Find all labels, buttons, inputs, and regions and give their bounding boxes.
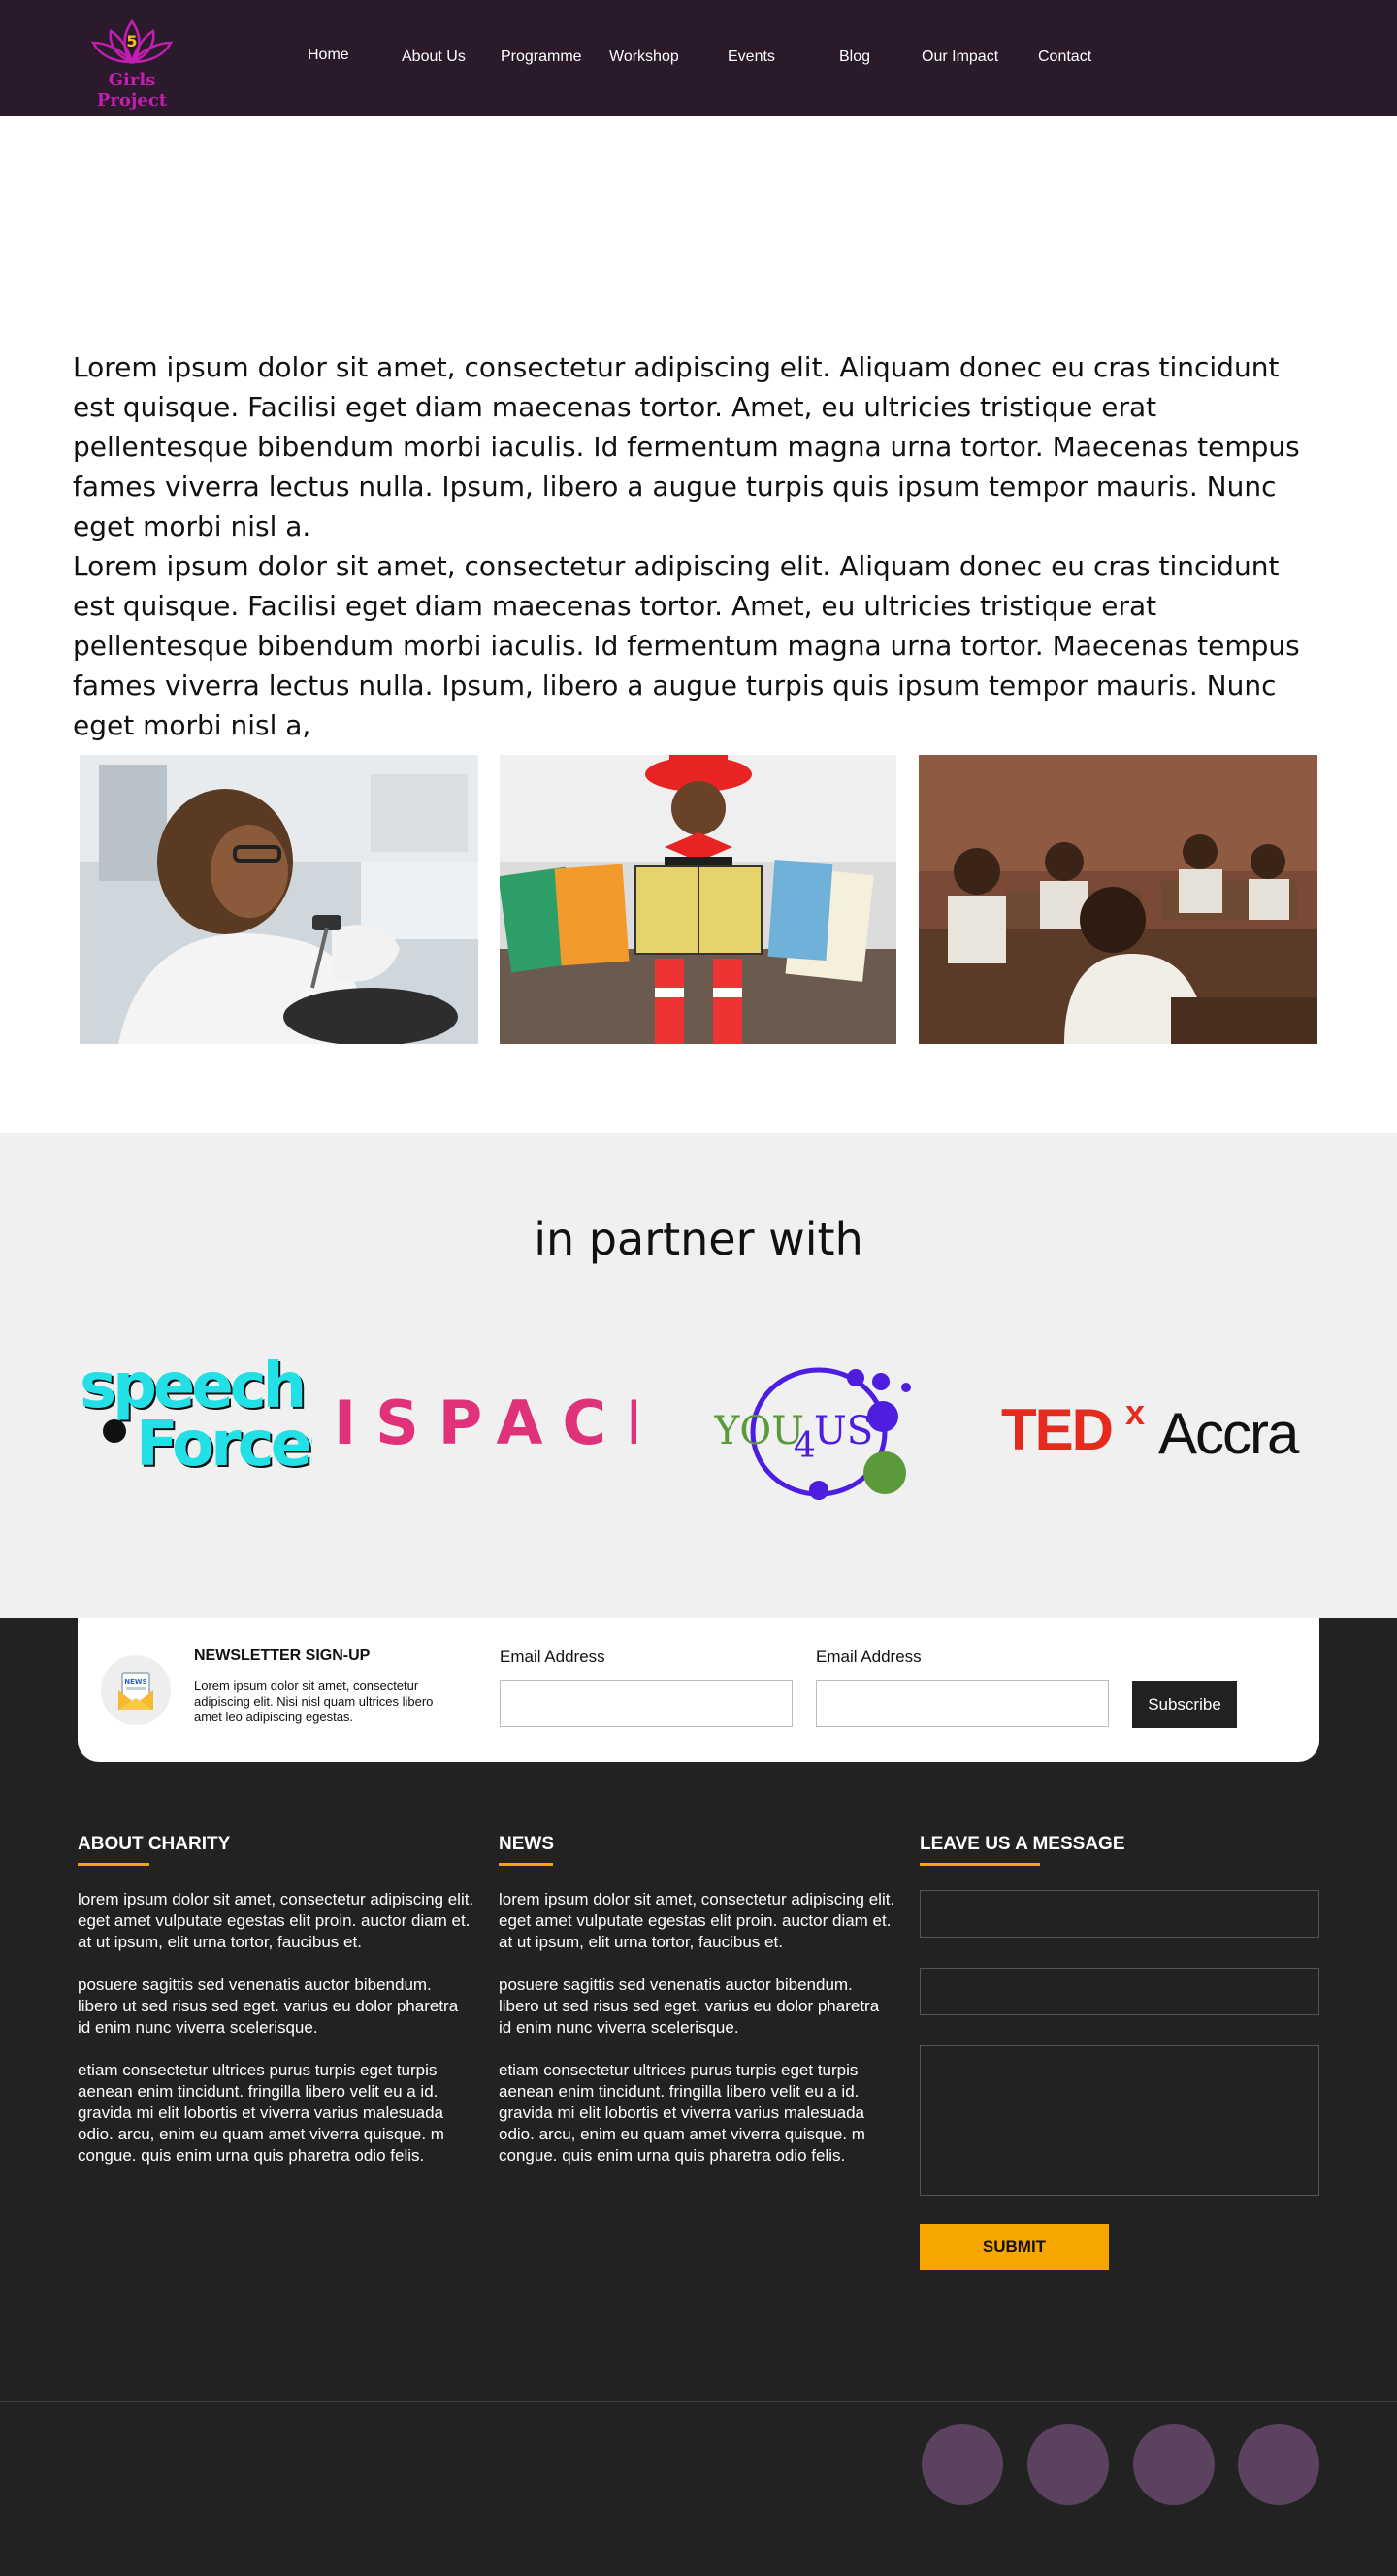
partner-logo-text: ISPACE bbox=[334, 1387, 636, 1455]
nav-events[interactable]: Events bbox=[728, 49, 775, 66]
partner-logo-text: US bbox=[814, 1409, 873, 1453]
partner-logo-text: TED bbox=[1001, 1397, 1112, 1461]
nav-our-impact[interactable]: Our Impact bbox=[922, 49, 998, 66]
partner-logo-ispace[interactable]: ISPACE bbox=[334, 1387, 666, 1458]
partner-logo-text: Accra bbox=[1158, 1401, 1300, 1461]
social-icon[interactable] bbox=[1027, 2424, 1109, 2505]
footer-paragraph: posuere sagittis sed venenatis auctor bi… bbox=[499, 1975, 880, 2037]
nav-about-us[interactable]: About Us bbox=[402, 49, 466, 66]
partners-section: in partner with speech speech Forces For… bbox=[0, 1133, 1397, 1618]
footer-paragraph: posuere sagittis sed venenatis auctor bi… bbox=[78, 1975, 459, 2037]
nav-home[interactable]: Home bbox=[308, 47, 349, 64]
subscribe-button[interactable]: Subscribe bbox=[1132, 1681, 1237, 1728]
social-icon[interactable] bbox=[1133, 2424, 1215, 2505]
title-underline bbox=[920, 1863, 1040, 1866]
message-textarea[interactable] bbox=[920, 2045, 1319, 2196]
submit-button[interactable]: SUBMIT bbox=[920, 2224, 1109, 2270]
footer-paragraph: etiam consectetur ultrices purus turpis … bbox=[499, 2061, 865, 2165]
message-name-field[interactable] bbox=[920, 1890, 1319, 1938]
nav-workshop[interactable]: Workshop bbox=[609, 49, 679, 66]
title-underline bbox=[78, 1863, 149, 1866]
partner-logo-text: 4 bbox=[794, 1426, 816, 1466]
footer-divider bbox=[0, 2401, 1397, 2402]
site-logo[interactable]: 5 Girls Project bbox=[74, 14, 190, 111]
email-field[interactable] bbox=[500, 1680, 793, 1727]
partners-title: in partner with bbox=[534, 1213, 863, 1265]
title-underline bbox=[499, 1863, 553, 1866]
lotus-logo-icon: 5 bbox=[90, 18, 174, 65]
email-label: Email Address bbox=[816, 1647, 922, 1666]
partner-logo-tedx-accra[interactable]: TED x Accra bbox=[1001, 1392, 1321, 1466]
photo-classroom bbox=[919, 755, 1317, 1044]
news-title: NEWS bbox=[499, 1834, 554, 1854]
intro-paragraph: Lorem ipsum dolor sit amet, consectetur … bbox=[73, 351, 1300, 542]
newsletter-card: NEWS NEWSLETTER SIGN-UP Lorem ipsum dolo… bbox=[78, 1618, 1319, 1762]
social-icon[interactable] bbox=[922, 2424, 1003, 2505]
newsletter-title: NEWSLETTER SIGN-UP bbox=[194, 1647, 371, 1664]
partner-logo-text: Forces bbox=[136, 1409, 312, 1475]
about-charity-title: ABOUT CHARITY bbox=[78, 1834, 231, 1854]
newsletter-description: Lorem ipsum dolor sit amet, consectetur … bbox=[194, 1679, 434, 1724]
leave-message-title: LEAVE US A MESSAGE bbox=[920, 1834, 1125, 1854]
partner-logo-you4us[interactable]: YOU 4 US bbox=[713, 1362, 933, 1504]
news-text: lorem ipsum dolor sit amet, consectetur … bbox=[499, 1889, 896, 2188]
site-header: 5 Girls Project Home About Us Programme … bbox=[0, 0, 1397, 116]
social-icon[interactable] bbox=[1238, 2424, 1319, 2505]
about-charity-text: lorem ipsum dolor sit amet, consectetur … bbox=[78, 1889, 475, 2188]
message-email-field[interactable] bbox=[920, 1968, 1319, 2015]
nav-contact[interactable]: Contact bbox=[1038, 49, 1091, 66]
footer-paragraph: lorem ipsum dolor sit amet, consectetur … bbox=[499, 1890, 895, 1951]
logo-number: 5 bbox=[126, 32, 137, 50]
footer-paragraph: etiam consectetur ultrices purus turpis … bbox=[78, 2061, 444, 2165]
nav-programme[interactable]: Programme bbox=[501, 49, 582, 66]
intro-paragraph: Lorem ipsum dolor sit amet, consectetur … bbox=[73, 550, 1300, 741]
nav-blog[interactable]: Blog bbox=[839, 49, 870, 66]
footer-paragraph: lorem ipsum dolor sit amet, consectetur … bbox=[78, 1890, 474, 1951]
partner-logo-speech-forces[interactable]: speech speech Forces Forces bbox=[80, 1349, 349, 1483]
photo-girl-reading bbox=[500, 755, 896, 1044]
newsletter-icon-label: NEWS bbox=[124, 1679, 146, 1686]
email-label: Email Address bbox=[500, 1647, 605, 1666]
partner-logo-text: x bbox=[1125, 1393, 1145, 1432]
partner-logo-text: YOU bbox=[714, 1409, 804, 1453]
photo-scientist bbox=[80, 755, 478, 1044]
email-field[interactable] bbox=[816, 1680, 1109, 1727]
logo-text: Girls Project bbox=[96, 70, 168, 111]
newsletter-icon: NEWS bbox=[101, 1655, 171, 1725]
